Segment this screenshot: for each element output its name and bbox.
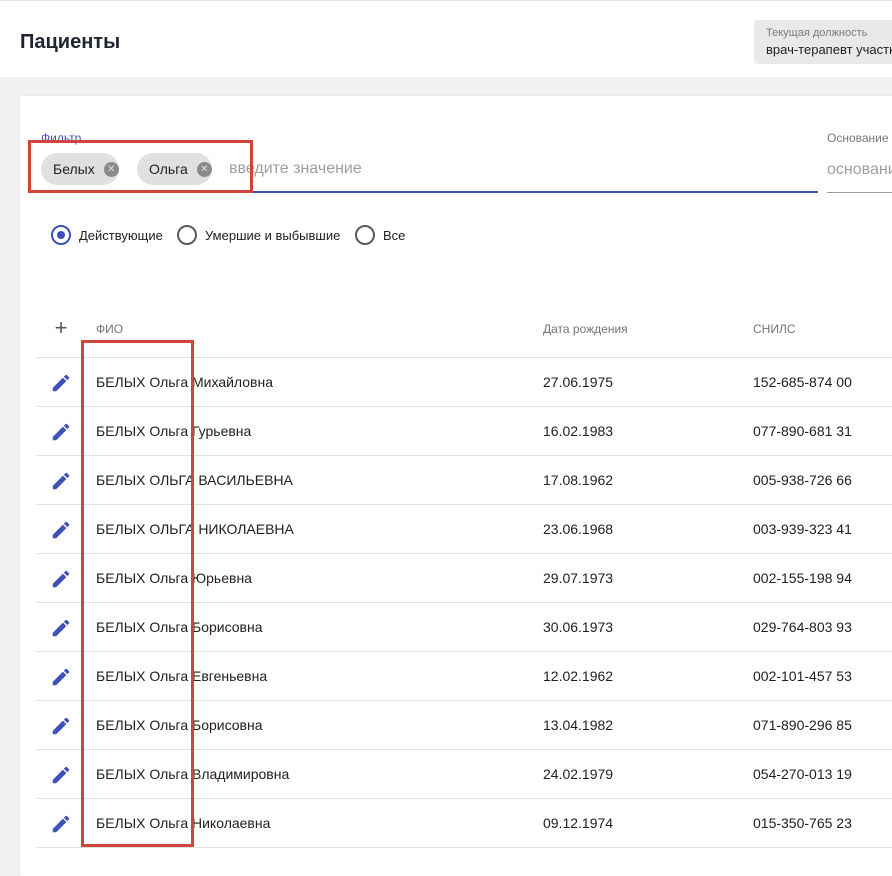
patient-snils: 005-938-726 66 [753, 472, 852, 488]
current-position-select[interactable]: Текущая должность врач-терапевт участков… [754, 20, 892, 64]
basis-label: Основание [827, 131, 889, 145]
pencil-icon[interactable] [50, 372, 72, 394]
patient-snils: 077-890-681 31 [753, 423, 852, 439]
patient-dob: 17.08.1962 [543, 472, 614, 488]
top-bar: Пациенты Текущая должность врач-терапевт… [0, 0, 892, 77]
patient-snils: 029-764-803 93 [753, 619, 852, 635]
pencil-icon[interactable] [50, 764, 72, 786]
basis-underline [827, 192, 892, 193]
patient-dob: 24.02.1979 [543, 766, 614, 782]
patient-snils: 152-685-874 00 [753, 374, 852, 390]
patient-snils: 071-890-296 85 [753, 717, 852, 733]
pencil-icon[interactable] [50, 470, 72, 492]
patient-dob: 12.02.1962 [543, 668, 614, 684]
patient-dob: 27.06.1975 [543, 374, 614, 390]
current-position-label: Текущая должность [766, 27, 868, 39]
filter-input[interactable] [229, 157, 789, 181]
radio-label: Действующие [79, 227, 163, 243]
patient-snils: 015-350-765 23 [753, 815, 852, 831]
column-header-name[interactable]: ФИО [96, 322, 123, 336]
highlight-box-name-column [81, 340, 194, 847]
column-header-dob[interactable]: Дата рождения [543, 322, 628, 336]
patient-dob: 29.07.1973 [543, 570, 614, 586]
radio-deceased-departed[interactable]: Умершие и выбывшие [177, 224, 340, 246]
basis-input[interactable]: основание [827, 161, 892, 179]
highlight-box-filter [28, 140, 253, 193]
radio-label: Умершие и выбывшие [205, 227, 341, 243]
current-position-value: врач-терапевт участковый [766, 42, 892, 57]
patient-dob: 16.02.1983 [543, 423, 614, 439]
pencil-icon[interactable] [50, 568, 72, 590]
radio-unchecked-icon [355, 225, 375, 245]
patient-dob: 13.04.1982 [543, 717, 614, 733]
pencil-icon[interactable] [50, 813, 72, 835]
pencil-icon[interactable] [50, 666, 72, 688]
radio-checked-icon [51, 225, 71, 245]
pencil-icon[interactable] [50, 421, 72, 443]
patient-dob: 30.06.1973 [543, 619, 614, 635]
patient-snils: 054-270-013 19 [753, 766, 852, 782]
radio-label: Все [383, 227, 406, 243]
plus-icon[interactable]: + [50, 317, 72, 339]
radio-unchecked-icon [177, 225, 197, 245]
pencil-icon[interactable] [50, 715, 72, 737]
radio-active[interactable]: Действующие [51, 224, 163, 246]
patient-dob: 09.12.1974 [543, 815, 614, 831]
radio-all[interactable]: Все [355, 224, 405, 246]
column-header-snils[interactable]: СНИЛС [753, 322, 796, 336]
patient-snils: 002-101-457 53 [753, 668, 852, 684]
pencil-icon[interactable] [50, 617, 72, 639]
pencil-icon[interactable] [50, 519, 72, 541]
page-title: Пациенты [20, 31, 121, 53]
patient-snils: 003-939-323 41 [753, 521, 852, 537]
patient-snils: 002-155-198 94 [753, 570, 852, 586]
patient-dob: 23.06.1968 [543, 521, 614, 537]
